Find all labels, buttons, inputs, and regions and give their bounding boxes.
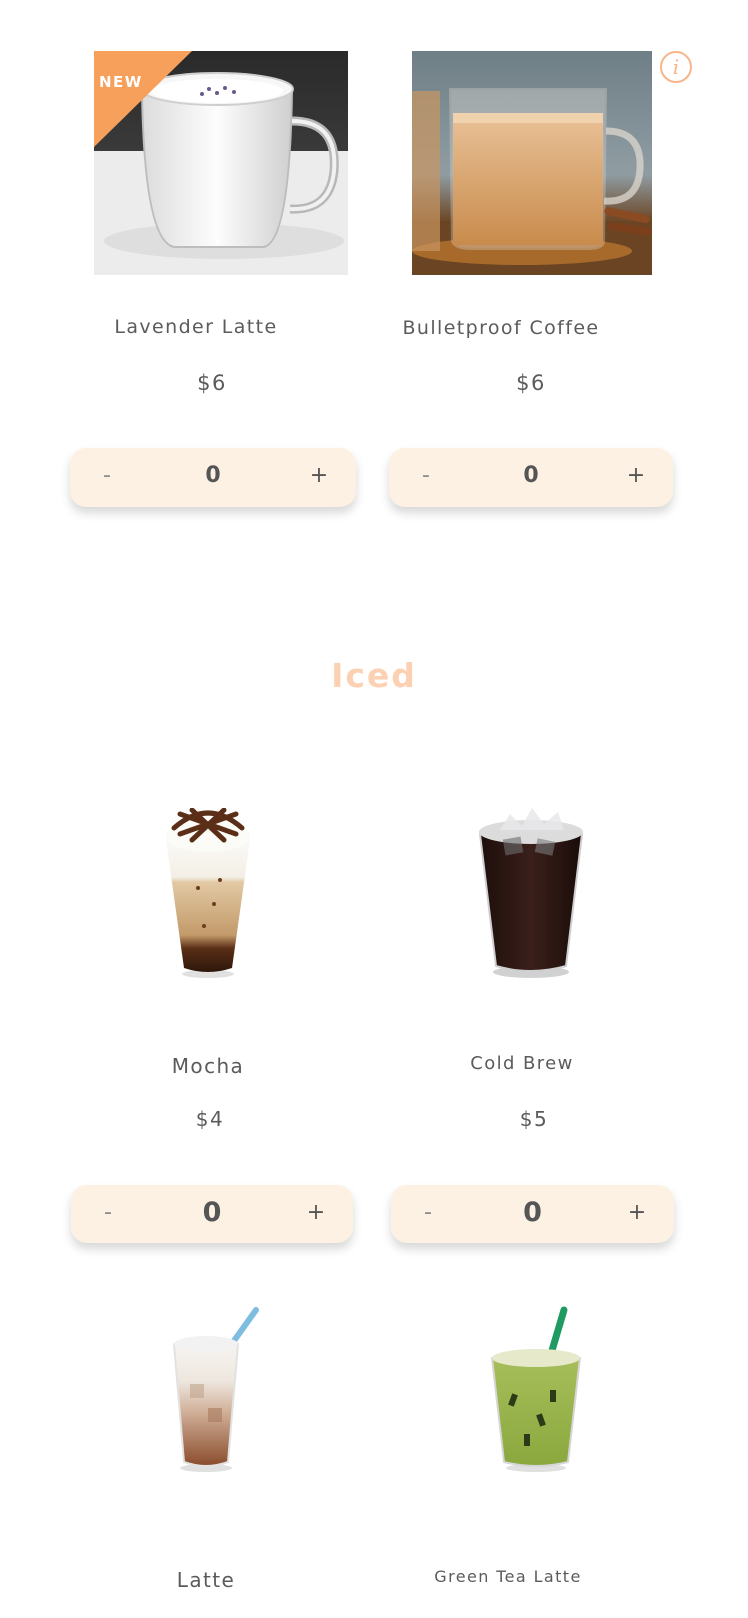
section-title-iced: Iced: [331, 656, 417, 695]
quantity-stepper-mocha: - 0 +: [71, 1185, 353, 1243]
iced-latte-photo[interactable]: [168, 1304, 268, 1472]
item-price-bulletproof-coffee: $6: [516, 371, 546, 395]
item-price-cold-brew: $5: [519, 1107, 549, 1131]
item-price-lavender-latte: $6: [197, 371, 227, 395]
quantity-stepper-bulletproof-coffee: - 0 +: [389, 448, 673, 507]
green-tea-latte-photo[interactable]: [488, 1304, 584, 1472]
decrement-button[interactable]: -: [413, 1185, 443, 1244]
item-name-green-tea-latte: Green Tea Latte: [434, 1567, 582, 1586]
new-badge-ribbon: [94, 51, 192, 147]
decrement-button[interactable]: -: [93, 1185, 123, 1244]
quantity-value: 0: [523, 1197, 542, 1228]
increment-button[interactable]: +: [622, 1185, 652, 1244]
decrement-button[interactable]: -: [411, 448, 441, 507]
item-name-cold-brew: Cold Brew: [470, 1053, 574, 1074]
increment-button[interactable]: +: [304, 448, 334, 507]
quantity-stepper-lavender-latte: - 0 +: [70, 448, 356, 507]
new-badge: NEW: [99, 73, 143, 91]
item-name-mocha: Mocha: [171, 1054, 245, 1078]
info-icon[interactable]: i: [660, 51, 692, 83]
iced-mocha-photo[interactable]: [158, 807, 258, 980]
item-name-iced-latte: Latte: [176, 1568, 236, 1592]
decrement-button[interactable]: -: [92, 448, 122, 507]
increment-button[interactable]: +: [621, 448, 651, 507]
lavender-latte-photo[interactable]: NEW: [94, 51, 348, 275]
item-price-mocha: $4: [195, 1107, 225, 1131]
quantity-value: 0: [523, 463, 539, 488]
bulletproof-coffee-photo[interactable]: [412, 51, 652, 275]
item-name-bulletproof-coffee: Bulletproof Coffee: [402, 317, 600, 339]
increment-button[interactable]: +: [301, 1185, 331, 1244]
quantity-stepper-cold-brew: - 0 +: [391, 1185, 674, 1243]
quantity-value: 0: [202, 1197, 222, 1228]
quantity-value: 0: [205, 463, 221, 488]
item-name-lavender-latte: Lavender Latte: [114, 316, 278, 338]
cold-brew-photo[interactable]: [474, 808, 588, 980]
